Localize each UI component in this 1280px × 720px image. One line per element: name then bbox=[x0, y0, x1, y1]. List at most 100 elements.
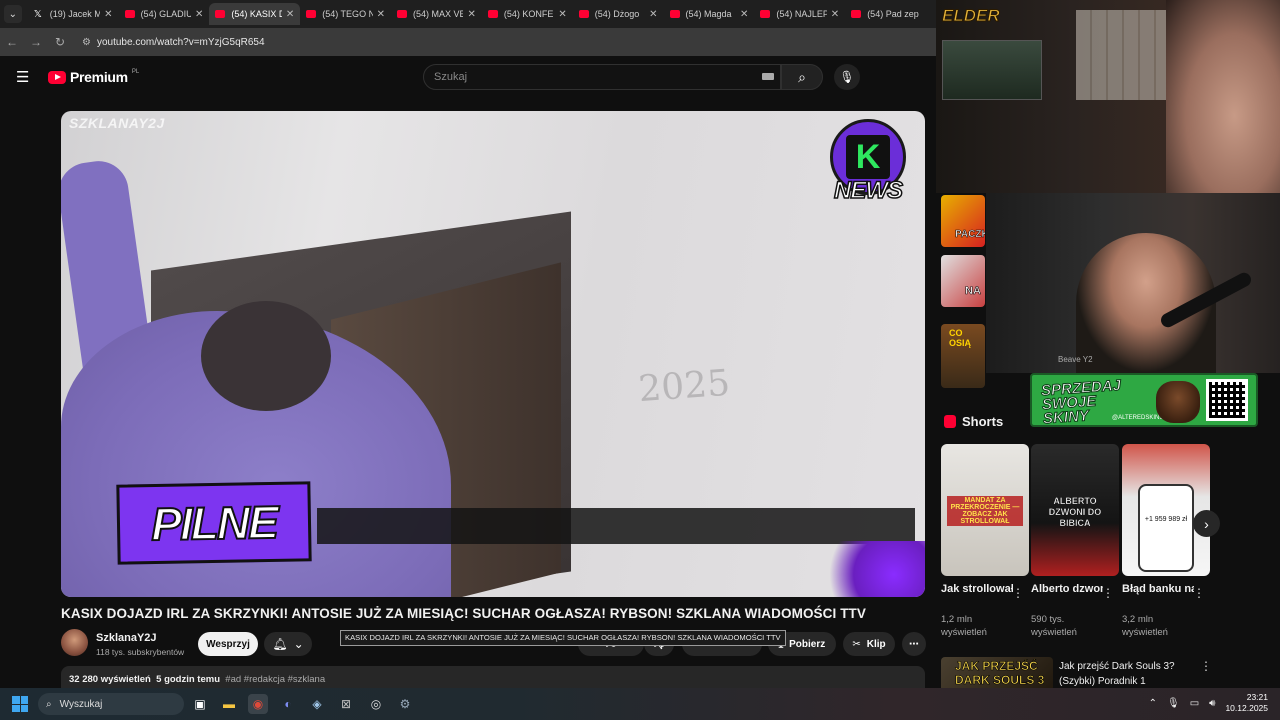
short-thumbnail[interactable]: MANDAT ZA PRZEKROCZENIE — ZOBACZ JAK STR… bbox=[941, 444, 1029, 576]
close-tab-icon[interactable]: ✕ bbox=[104, 9, 112, 20]
related-more-icon[interactable]: ⋮ bbox=[1200, 659, 1212, 673]
address-bar: ← → ↻ ⚙ youtube.com/watch?v=mYzjG5qR654 bbox=[0, 28, 936, 56]
close-tab-icon[interactable]: ✕ bbox=[831, 9, 839, 20]
close-tab-icon[interactable]: ✕ bbox=[286, 9, 294, 20]
settings-icon[interactable]: ⚙ bbox=[395, 694, 415, 714]
system-tray: ⌃ 🎙︎ ▭ 🔊︎ 23:21 10.12.2025 bbox=[1149, 692, 1268, 714]
voice-search-button[interactable]: 🎙︎ bbox=[834, 64, 860, 90]
video-player[interactable]: 2025 SZKLANAY2J K NEWS PILNE bbox=[61, 111, 925, 597]
close-tab-icon[interactable]: ✕ bbox=[740, 9, 748, 20]
browser-tab[interactable]: (54) Dżogo ✕ bbox=[573, 3, 664, 25]
volume-icon[interactable]: 🔊︎ bbox=[1209, 698, 1215, 709]
taskbar-search-label: Wyszukaj bbox=[59, 698, 103, 710]
tab-label: (54) GLADIU bbox=[140, 9, 191, 19]
scissors-icon: ✂ bbox=[852, 638, 861, 650]
app-icon[interactable]: ◎ bbox=[366, 694, 386, 714]
site-info-icon[interactable]: ⚙ bbox=[82, 37, 91, 48]
short-more-icon[interactable]: ⋮ bbox=[1012, 586, 1024, 600]
youtube-icon bbox=[397, 10, 408, 18]
view-count: 32 280 wyświetleń bbox=[69, 674, 151, 685]
video-scene-graffiti: 2025 bbox=[637, 362, 732, 411]
short-thumbnail[interactable]: +1 959 989 zł bbox=[1122, 444, 1210, 576]
chrome-icon[interactable]: ◉ bbox=[248, 694, 268, 714]
chevron-right-icon: › bbox=[1204, 515, 1209, 532]
support-button[interactable]: Wesprzyj bbox=[198, 632, 258, 656]
menu-icon[interactable]: ☰ bbox=[16, 68, 32, 86]
windows-start-icon[interactable] bbox=[12, 696, 28, 712]
steam-icon[interactable]: ◈ bbox=[307, 694, 327, 714]
browser-tab[interactable]: (54) KONFER ✕ bbox=[482, 3, 573, 25]
browser-tab[interactable]: 𝕏 (19) Jacek M ✕ bbox=[28, 3, 119, 25]
clip-button[interactable]: ✂ Klip bbox=[843, 632, 895, 656]
short-title[interactable]: Alberto dzwoni do ... bbox=[1031, 582, 1103, 597]
related-video-thumbnail[interactable]: JAK PRZEJŚĆ DARK SOULS 3 bbox=[941, 657, 1053, 691]
browser-tab[interactable]: (54) MAX VE ✕ bbox=[391, 3, 482, 25]
promo-handle: @ALTEREDSKINS bbox=[1112, 415, 1164, 421]
close-tab-icon[interactable]: ✕ bbox=[195, 9, 203, 20]
close-tab-icon[interactable]: ✕ bbox=[467, 9, 475, 20]
reload-icon[interactable]: ↻ bbox=[48, 35, 72, 49]
close-tab-icon[interactable]: ✕ bbox=[649, 9, 657, 20]
task-view-icon[interactable]: ▣ bbox=[190, 694, 210, 714]
tab-label: (19) Jacek M bbox=[49, 9, 101, 19]
short-more-icon[interactable]: ⋮ bbox=[1193, 586, 1205, 600]
discord-icon[interactable]: ◐ bbox=[278, 694, 298, 714]
video-corner-glow bbox=[821, 541, 925, 597]
short-title[interactable]: Błąd banku na 2 mln zł bbox=[1122, 582, 1194, 597]
short-title[interactable]: Jak strollował ... bbox=[941, 582, 1013, 597]
search-icon: ⌕ bbox=[798, 68, 806, 85]
xbox-icon[interactable]: ⊠ bbox=[336, 694, 356, 714]
hashtags[interactable]: #ad #redakcja #szklana bbox=[225, 674, 325, 685]
keyboard-icon[interactable] bbox=[762, 73, 774, 80]
browser-tab[interactable]: (54) GLADIU ✕ bbox=[119, 3, 210, 25]
close-tab-icon[interactable]: ✕ bbox=[377, 9, 385, 20]
more-actions-button[interactable]: ⋯ bbox=[902, 632, 926, 656]
taskbar-search[interactable]: ⌕ Wyszukaj bbox=[38, 693, 184, 715]
related-video-thumbnail[interactable]: CO OSIĄ bbox=[941, 324, 985, 388]
stream-logo: ELDER bbox=[942, 6, 1001, 26]
related-video-thumbnail[interactable]: PACZK bbox=[941, 195, 985, 247]
short-more-icon[interactable]: ⋮ bbox=[1102, 586, 1114, 600]
related-video-title[interactable]: Jak przejść Dark Souls 3? (Szybki) Porad… bbox=[1059, 659, 1199, 689]
news-badge-letter: K bbox=[846, 135, 890, 179]
notifications-button[interactable]: 🔔︎ ⌄ bbox=[264, 632, 312, 656]
forward-icon[interactable]: → bbox=[24, 35, 48, 49]
stream-aquarium bbox=[942, 40, 1042, 100]
youtube-icon bbox=[124, 10, 135, 18]
tray-chevron-icon[interactable]: ⌃ bbox=[1149, 698, 1157, 709]
close-tab-icon[interactable]: ✕ bbox=[558, 9, 566, 20]
related-video-thumbnail[interactable]: NA bbox=[941, 255, 985, 307]
microphone-icon[interactable]: 🎙︎ bbox=[1167, 698, 1180, 709]
search-button[interactable]: ⌕ bbox=[781, 64, 823, 90]
clock[interactable]: 23:21 10.12.2025 bbox=[1225, 692, 1268, 714]
browser-tab-active[interactable]: (54) KASIX D ✕ bbox=[209, 3, 301, 25]
title-tooltip: KASIX DOJAZD IRL ZA SKRZYNKI! ANTOSIE JU… bbox=[340, 630, 786, 646]
shorts-next-button[interactable]: › bbox=[1193, 510, 1220, 537]
youtube-logo[interactable]: Premium PL bbox=[48, 69, 139, 85]
video-scene-head bbox=[201, 301, 331, 411]
browser-tab[interactable]: (54) TEGO N ✕ bbox=[300, 3, 391, 25]
second-webcam-overlay bbox=[986, 193, 1280, 373]
network-icon[interactable]: ▭ bbox=[1190, 698, 1199, 709]
chevron-down-icon: ⌄ bbox=[293, 637, 304, 651]
tab-label: (54) NAJLEP bbox=[776, 9, 827, 19]
back-icon[interactable]: ← bbox=[0, 35, 24, 49]
more-icon: ⋯ bbox=[909, 638, 919, 650]
browser-tab[interactable]: (54) Pad zep bbox=[845, 3, 936, 25]
url-field[interactable]: ⚙ youtube.com/watch?v=mYzjG5qR654 bbox=[78, 32, 936, 52]
stream-person bbox=[1166, 0, 1280, 193]
browser-tab-bar: ⌄ 𝕏 (19) Jacek M ✕ (54) GLADIU ✕ (54) KASIX… bbox=[0, 0, 936, 28]
thumbnail-caption: CO OSIĄ bbox=[949, 328, 972, 348]
browser-tab[interactable]: (54) NAJLEP ✕ bbox=[754, 3, 845, 25]
channel-name[interactable]: SzklanaY2J bbox=[96, 632, 157, 644]
channel-avatar[interactable] bbox=[61, 629, 88, 656]
youtube-icon bbox=[760, 10, 771, 18]
file-explorer-icon[interactable]: ▬ bbox=[219, 694, 239, 714]
search-input[interactable]: Szukaj bbox=[423, 64, 781, 90]
youtube-icon bbox=[487, 10, 498, 18]
windows-taskbar: ⌕ Wyszukaj ▣ ▬ ◉ ◐ ◈ ⊠ ◎ ⚙ ⌃ 🎙︎ ▭ 🔊︎ 23:2… bbox=[0, 688, 1280, 720]
browser-tab[interactable]: (54) Magda ✕ bbox=[664, 3, 755, 25]
x-icon: 𝕏 bbox=[33, 8, 42, 20]
short-thumbnail[interactable]: ALBERTO DZWONI DO BIBICA bbox=[1031, 444, 1119, 576]
tab-search-button[interactable]: ⌄ bbox=[4, 5, 22, 23]
